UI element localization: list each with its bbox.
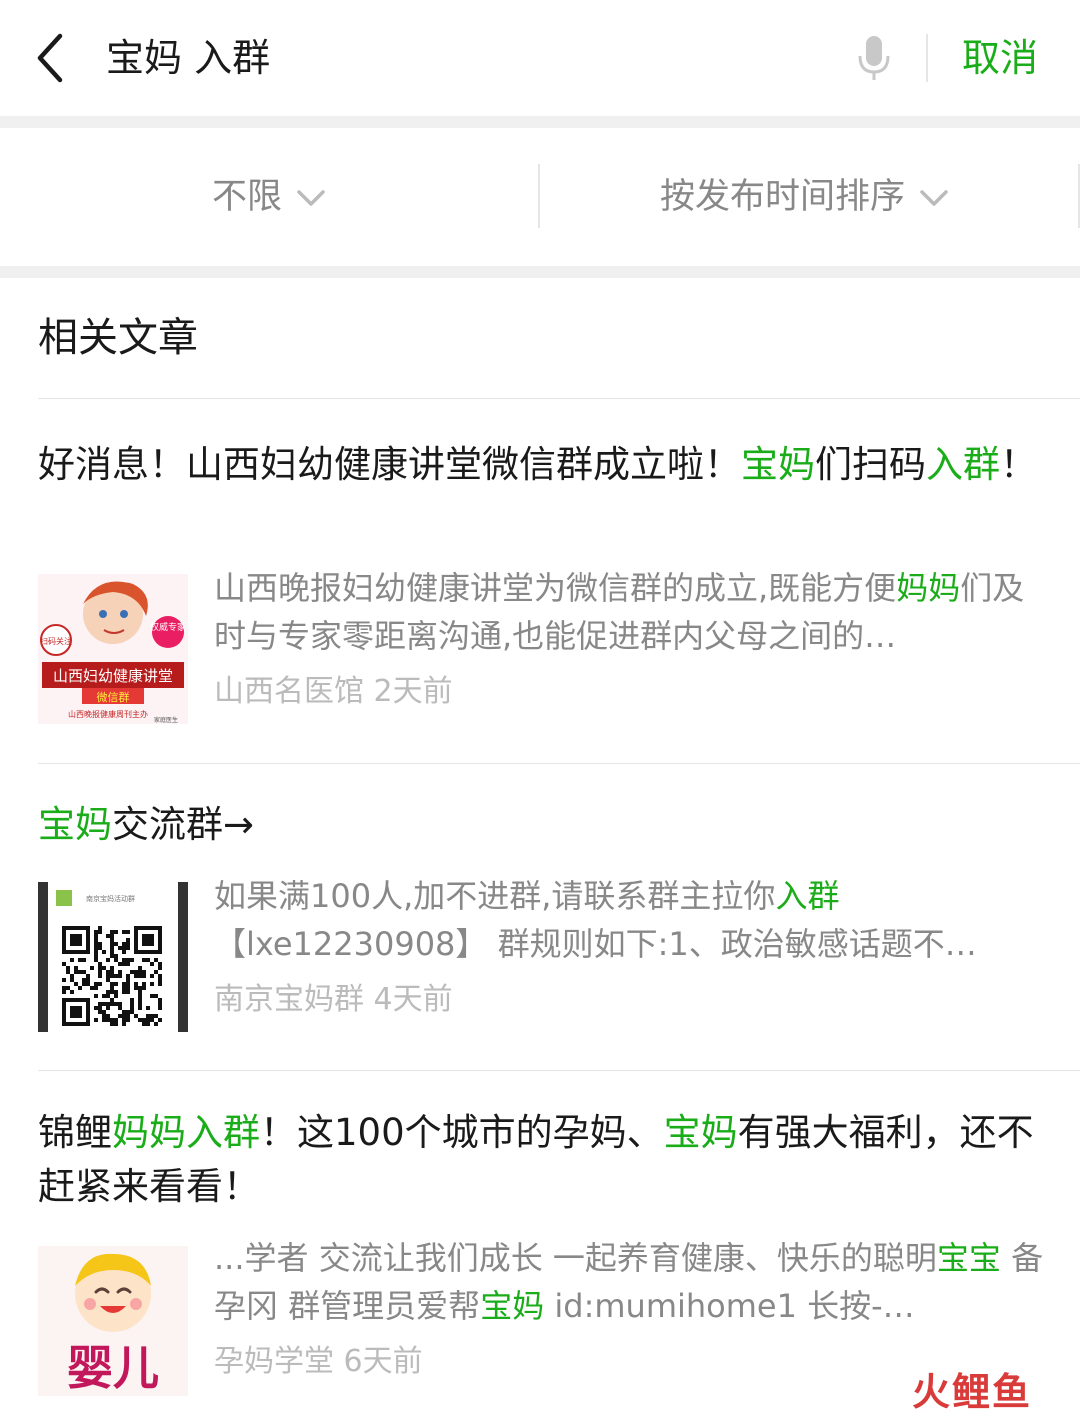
svg-text:扫码关注: 扫码关注 [40, 636, 72, 646]
filter-sort-dropdown[interactable]: 按发布时间排序 [660, 173, 949, 221]
article-thumbnail: 南京宝妈活动群 [38, 882, 188, 1032]
separator [0, 266, 1080, 278]
article-meta: 山西名医馆 2天前 [214, 670, 453, 714]
divider [38, 763, 1080, 764]
divider [538, 164, 540, 228]
filter-bar: 不限 按发布时间排序 [0, 128, 1080, 266]
section-title: 相关文章 [38, 315, 198, 361]
keyword-highlight: 宝妈 [663, 1111, 738, 1154]
filter-label: 按发布时间排序 [660, 177, 906, 217]
svg-text:山西晚报健康周刊主办: 山西晚报健康周刊主办 [68, 709, 148, 719]
article-title: 好消息！山西妇幼健康讲堂微信群成立啦！宝妈们扫码入群！ [38, 438, 1048, 492]
text-segment: ！这100个城市的孕妈、 [260, 1111, 664, 1154]
search-header: 宝妈 入群 取消 [0, 0, 1080, 116]
svg-text:山西妇幼健康讲堂: 山西妇幼健康讲堂 [53, 667, 173, 685]
svg-text:权威专家: 权威专家 [150, 621, 186, 633]
keyword-highlight: 宝妈 [741, 443, 815, 486]
svg-text:婴儿: 婴儿 [67, 1341, 159, 1395]
divider [38, 398, 1080, 399]
chevron-down-icon [920, 190, 948, 206]
article-summary: 如果满100人,加不进群,请联系群主拉你入群【lxe12230908】 群规则如… [214, 872, 1044, 968]
filter-range-dropdown[interactable]: 不限 [212, 173, 326, 221]
article-time: 6天前 [343, 1344, 423, 1379]
text-segment: ...学者 交流让我们成长 一起养育健康、快乐的聪明 [214, 1239, 937, 1277]
article-summary: ...学者 交流让我们成长 一起养育健康、快乐的聪明宝宝 备孕冈 群管理员爱帮宝… [214, 1234, 1044, 1330]
divider [38, 1070, 1080, 1071]
keyword-highlight: 宝妈 [480, 1287, 545, 1325]
article-time: 4天前 [373, 982, 453, 1017]
article-time: 2天前 [373, 674, 453, 709]
article-thumbnail: 权威专家 扫码关注 山西妇幼健康讲堂 微信群 山西晚报健康周刊主办 家庭医生 [38, 574, 188, 724]
watermark-logo: 火鲤鱼 [912, 1370, 1033, 1414]
back-button[interactable] [30, 30, 70, 86]
keyword-highlight: 宝宝 [936, 1239, 1001, 1277]
text-segment: 【lxe12230908】 群规则如下:1、政治敏感话题不… [214, 925, 977, 963]
article-source: 山西名医馆 [214, 674, 364, 709]
article-meta: 孕妈学堂 6天前 [214, 1340, 423, 1384]
cancel-button[interactable]: 取消 [962, 32, 1038, 84]
text-segment: 山西晚报妇幼健康讲堂为微信群的成立,既能方便 [214, 569, 897, 607]
article-meta: 南京宝妈群 4天前 [214, 978, 453, 1022]
article-source: 孕妈学堂 [214, 1344, 334, 1379]
text-segment: 交流群→ [112, 803, 255, 846]
qr-code-image: 南京宝妈活动群 [38, 882, 188, 1032]
voice-search-button[interactable] [854, 32, 894, 84]
article-title: 锦鲤妈妈入群！这100个城市的孕妈、宝妈有强大福利，还不赶紧来看看！ [38, 1106, 1048, 1214]
keyword-highlight: 妈妈 [896, 569, 961, 607]
text-segment: ！ [1000, 443, 1037, 486]
svg-text:家庭医生: 家庭医生 [154, 716, 178, 724]
article-source: 南京宝妈群 [214, 982, 364, 1017]
svg-text:微信群: 微信群 [97, 690, 130, 704]
keyword-highlight: 宝妈 [38, 803, 112, 846]
text-segment: 锦鲤 [38, 1111, 112, 1154]
search-input[interactable]: 宝妈 入群 [106, 32, 270, 84]
keyword-highlight: 妈妈入群 [112, 1111, 260, 1154]
article-thumbnail: 婴儿 [38, 1246, 188, 1396]
keyword-highlight: 入群 [926, 443, 1000, 486]
text-segment: id:mumihome1 长按-… [544, 1287, 915, 1325]
divider [926, 34, 928, 82]
microphone-icon [858, 36, 890, 80]
baby-logo-image: 婴儿 [38, 1246, 188, 1396]
article-summary: 山西晚报妇幼健康讲堂为微信群的成立,既能方便妈妈们及时与专家零距离沟通,也能促进… [214, 564, 1044, 660]
chevron-down-icon [297, 190, 325, 206]
text-segment: 们扫码 [815, 443, 926, 486]
separator [0, 116, 1080, 128]
text-segment: 如果满100人,加不进群,请联系群主拉你 [214, 877, 776, 915]
article-title: 宝妈交流群→ [38, 798, 1048, 852]
thumbnail-image: 权威专家 扫码关注 山西妇幼健康讲堂 微信群 山西晚报健康周刊主办 家庭医生 [38, 574, 188, 724]
filter-label: 不限 [212, 177, 283, 217]
svg-text:南京宝妈活动群: 南京宝妈活动群 [86, 894, 135, 903]
keyword-highlight: 入群 [775, 877, 840, 915]
chevron-left-icon [37, 33, 63, 83]
text-segment: 好消息！山西妇幼健康讲堂微信群成立啦！ [38, 443, 741, 486]
